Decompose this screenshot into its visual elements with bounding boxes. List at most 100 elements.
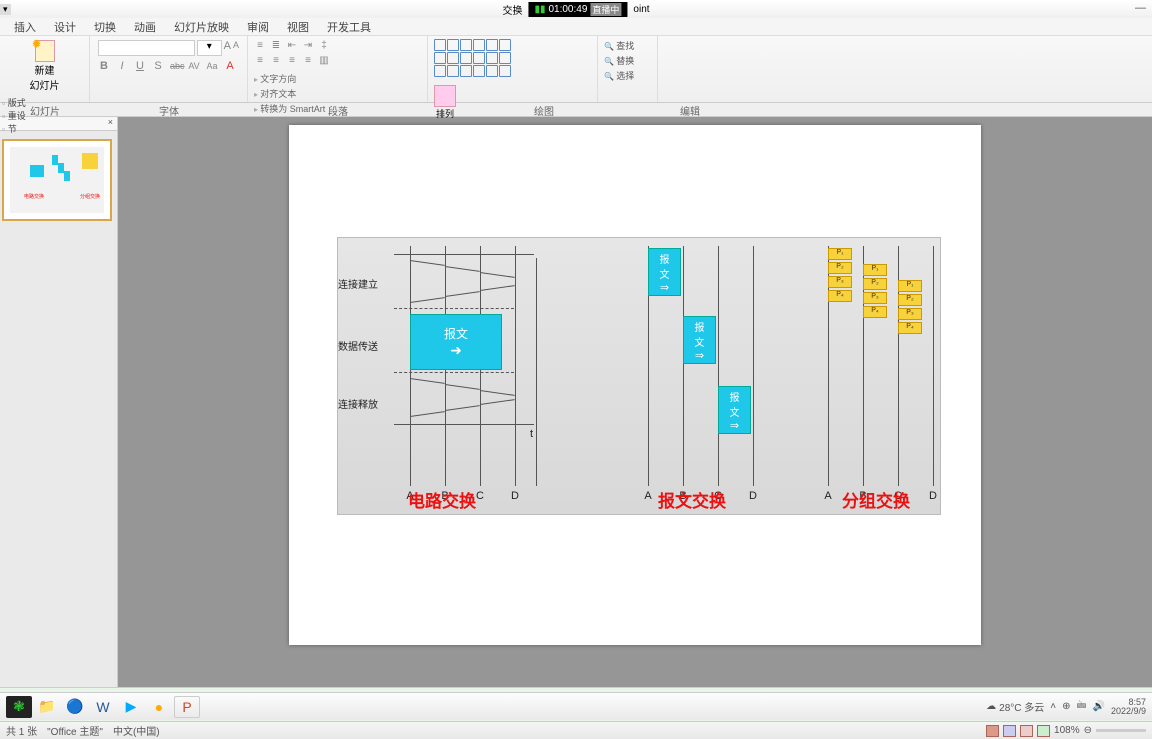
case-button[interactable]: Aa	[206, 61, 218, 71]
reading-view-button[interactable]	[1020, 725, 1033, 737]
zoom-out-button[interactable]: ⊖	[1084, 725, 1092, 736]
align-text-button[interactable]: 对齐文本	[254, 87, 421, 100]
justify-button[interactable]: ≡	[302, 55, 314, 66]
outdent-button[interactable]: ⇤	[286, 40, 298, 51]
node-a-m: A	[644, 490, 651, 502]
release-label: 连接释放	[338, 396, 378, 411]
theme-name: "Office 主题"	[47, 723, 103, 738]
msg-box-2: 报 文⇒	[683, 316, 716, 364]
shadow-button[interactable]: S	[152, 60, 164, 72]
arrow-icon: ➜	[450, 342, 462, 359]
smartart-button[interactable]: 转换为 SmartArt	[254, 102, 421, 115]
linespace-button[interactable]: ‡	[318, 40, 330, 51]
menu-design[interactable]: 设计	[54, 19, 76, 35]
indent-button[interactable]: ⇥	[302, 40, 314, 51]
node-a-r: A	[824, 490, 831, 502]
bullets-button[interactable]: ≡	[254, 40, 266, 51]
minimize-button[interactable]: —	[1135, 2, 1146, 14]
thumbnail-panel: × 电路交换 分组交换	[0, 117, 118, 687]
obs-icon[interactable]: ❃	[6, 696, 32, 718]
text-direction-button[interactable]: 文字方向	[254, 72, 421, 85]
tray-ime-icon[interactable]: 🖮	[1077, 698, 1087, 715]
align-center-button[interactable]: ≡	[270, 55, 282, 66]
menu-devtools[interactable]: 开发工具	[327, 19, 371, 35]
live-time: 01:00:49	[548, 4, 587, 15]
live-indicator: ▮▮ 01:00:49 直播中	[528, 2, 627, 17]
ribbon: 新建 幻灯片 版式 重设 节 ▾ A A B I U S abc AV Aa A…	[0, 36, 1152, 103]
menu-insert[interactable]: 插入	[14, 19, 36, 35]
tray-arrow-icon[interactable]: ˄	[1050, 701, 1056, 712]
media-icon[interactable]: ▶	[118, 696, 144, 718]
slideshow-view-button[interactable]	[1037, 725, 1050, 737]
zoom-level: 108%	[1054, 725, 1080, 736]
title-suffix: oint	[633, 4, 649, 15]
workspace: × 电路交换 分组交换	[0, 117, 1152, 687]
grow-font-button[interactable]: A	[224, 40, 231, 56]
menu-review[interactable]: 审阅	[247, 19, 269, 35]
section-button[interactable]: 节	[2, 122, 87, 135]
ribbon-group-slide: 新建 幻灯片 版式 重设 节	[0, 36, 90, 102]
title-bar: ▾ 交换 ▮▮ 01:00:49 直播中 oint —	[0, 0, 1152, 18]
spacing-button[interactable]: AV	[188, 61, 200, 71]
numbering-button[interactable]: ≣	[270, 40, 282, 51]
arrange-icon	[434, 85, 456, 107]
thumbnail-preview: 电路交换 分组交换	[10, 147, 104, 213]
shrink-font-button[interactable]: A	[233, 40, 239, 56]
menu-transition[interactable]: 切换	[94, 19, 116, 35]
diagram-image[interactable]: A B C D 连接建立 数据传送 连接释放 报文	[337, 237, 941, 515]
font-color-button[interactable]: A	[224, 60, 236, 72]
menu-animation[interactable]: 动画	[134, 19, 156, 35]
sorter-view-button[interactable]	[1003, 725, 1016, 737]
ribbon-group-font: ▾ A A B I U S abc AV Aa A	[90, 36, 248, 102]
clock[interactable]: 8:57 2022/9/9	[1111, 698, 1146, 716]
slide-editor[interactable]: A B C D 连接建立 数据传送 连接释放 报文	[118, 117, 1152, 687]
packet-p1-b: P₁	[863, 264, 887, 276]
packet-p4-a: P₄	[828, 290, 852, 302]
strike-button[interactable]: abc	[170, 61, 182, 71]
menu-view[interactable]: 视图	[287, 19, 309, 35]
setup-label: 连接建立	[338, 276, 378, 291]
app-icon[interactable]: ●	[146, 696, 172, 718]
packet-p2-b: P₂	[863, 278, 887, 290]
select-button[interactable]: 选择	[604, 69, 651, 82]
slide-thumbnail-1[interactable]: 电路交换 分组交换	[2, 139, 112, 221]
node-c: C	[476, 490, 484, 502]
font-size-select[interactable]: ▾	[197, 40, 222, 56]
quick-access-dropdown[interactable]: ▾	[0, 4, 11, 15]
underline-button[interactable]: U	[134, 60, 146, 72]
align-right-button[interactable]: ≡	[286, 55, 298, 66]
font-family-select[interactable]	[98, 40, 195, 56]
explorer-icon[interactable]: 📁	[34, 696, 60, 718]
packet-p3-c: P₃	[898, 308, 922, 320]
find-button[interactable]: 查找	[604, 39, 651, 52]
group-label-font: 字体	[90, 103, 248, 116]
reset-button[interactable]: 重设	[2, 109, 87, 122]
tray-volume-icon[interactable]: 🔊	[1093, 701, 1105, 712]
status-bar: 共 1 张 "Office 主题" 中文(中国) 108% ⊖	[0, 721, 1152, 739]
replace-button[interactable]: 替换	[604, 54, 651, 67]
bold-button[interactable]: B	[98, 60, 110, 72]
msg-box-1: 报 文⇒	[648, 248, 681, 296]
shape-gallery[interactable]	[434, 39, 511, 77]
node-d: D	[511, 490, 519, 502]
packet-switching-panel: A B C D P₁ P₂ P₃ P₄ P₁ P₂ P₃ P₄ P₁ P₂ P₃…	[808, 238, 938, 486]
menu-slideshow[interactable]: 幻灯片放映	[174, 19, 229, 35]
zoom-slider[interactable]	[1096, 729, 1146, 732]
chrome-icon[interactable]: 🔵	[62, 696, 88, 718]
taskbar: ❃ 📁 🔵 W ▶ ● P ☁ 28°C 多云 ˄ ⊕ 🖮 🔊 8:57 202…	[0, 692, 1152, 720]
weather-widget[interactable]: ☁ 28°C 多云	[986, 699, 1044, 714]
ribbon-group-draw: 排列 快速样式 形状填充 形状轮廓 形状效果	[428, 36, 598, 102]
new-slide-button[interactable]: 新建 幻灯片	[2, 38, 87, 92]
word-icon[interactable]: W	[90, 696, 116, 718]
slide-canvas[interactable]: A B C D 连接建立 数据传送 连接释放 报文	[289, 125, 981, 645]
align-left-button[interactable]: ≡	[254, 55, 266, 66]
caption-message: 报文交换	[658, 487, 726, 512]
columns-button[interactable]: ▥	[318, 55, 330, 66]
powerpoint-icon[interactable]: P	[174, 696, 200, 718]
italic-button[interactable]: I	[116, 60, 128, 72]
tray-network-icon[interactable]: ⊕	[1062, 701, 1070, 712]
normal-view-button[interactable]	[986, 725, 999, 737]
arrange-button[interactable]: 排列	[434, 85, 456, 120]
msg-box-3: 报 文⇒	[718, 386, 751, 434]
layout-button[interactable]: 版式	[2, 96, 87, 109]
